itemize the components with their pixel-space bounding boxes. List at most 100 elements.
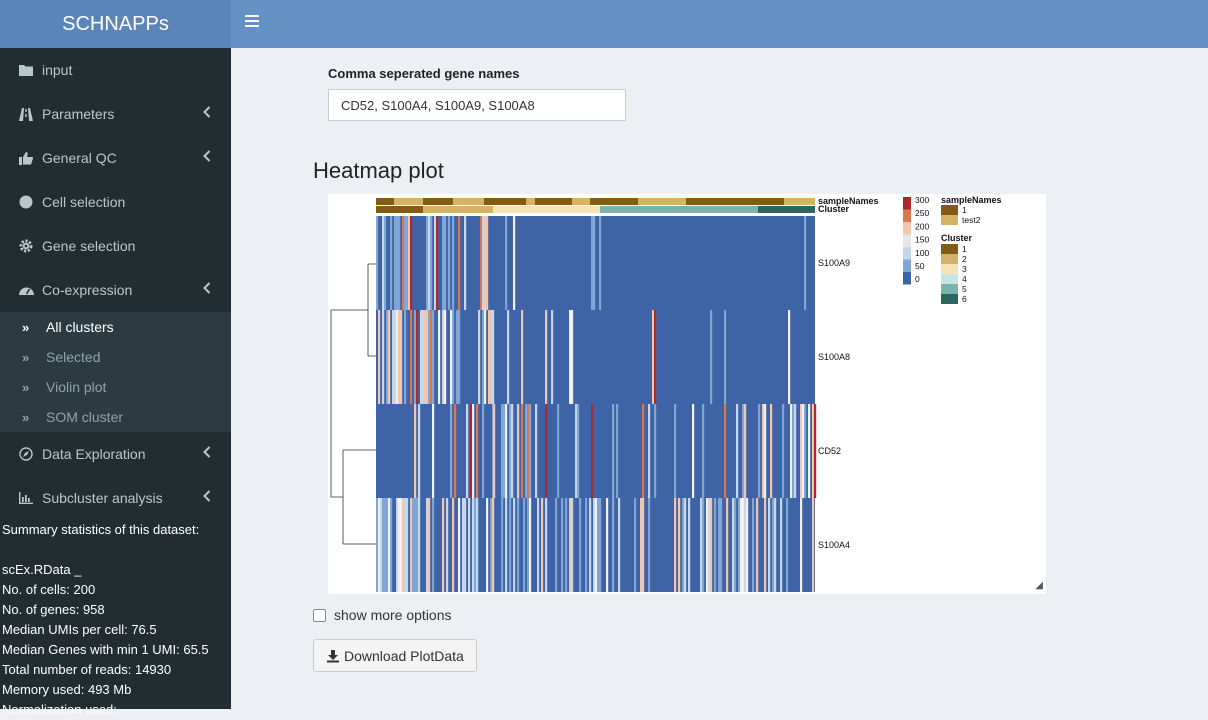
heatmap-cell: [569, 498, 572, 592]
heatmap-cell: [462, 498, 465, 592]
heatmap-cell: [388, 498, 391, 592]
heatmap-cell: [414, 404, 417, 498]
heatmap-cell: [450, 310, 453, 404]
sidebar-item-co-expression[interactable]: Co-expression: [0, 268, 231, 312]
heatmap-cell: [470, 404, 473, 498]
gear-icon: [18, 239, 34, 253]
heatmap-cell: [505, 498, 508, 592]
heatmap-cell: [812, 498, 815, 592]
sidebar-item-label: Subcluster analysis: [42, 490, 163, 506]
heatmap-cell: [442, 310, 445, 404]
heatmap-cell: [774, 498, 777, 592]
legend-label-cluster: 1: [962, 244, 967, 254]
dendrogram-branch: [330, 309, 365, 498]
heatmap-cell: [555, 498, 558, 592]
summary-line: scEx.RData _: [2, 562, 82, 577]
heatmap-cell: [575, 404, 578, 498]
sidebar-toggle-icon[interactable]: [245, 15, 259, 27]
heatmap-cell: [780, 498, 783, 592]
heatmap-cell: [388, 310, 391, 404]
summary-line: Memory used: 493 Mb: [2, 682, 132, 697]
heatmap-cell: [432, 310, 435, 404]
heatmap-cell: [714, 498, 717, 592]
heatmap-cell: [571, 498, 574, 592]
summary-line: Total number of reads: 14930: [2, 662, 172, 677]
sidebar-item-label: Cell selection: [42, 194, 126, 210]
download-plotdata-button[interactable]: Download PlotData: [313, 639, 477, 672]
show-more-checkbox[interactable]: [313, 608, 326, 622]
heatmap-cell: [428, 498, 431, 592]
heatmap-cell: [814, 404, 817, 498]
annotation-cell-sample-1: [590, 198, 638, 205]
sidebar-item-subcluster-analysis[interactable]: Subcluster analysis: [0, 476, 231, 520]
heatmap-cell: [794, 404, 797, 498]
heatmap-cell: [476, 404, 479, 498]
colorbar-tick: 150: [915, 235, 929, 245]
heatmap-cell: [734, 498, 737, 592]
heatmap-cell: [382, 216, 385, 310]
heatmap-cell: [764, 498, 767, 592]
colorbar-segment: [903, 234, 911, 247]
heatmap-cell: [513, 216, 516, 310]
heatmap-cell: [507, 310, 510, 404]
heatmap-cell: [386, 310, 389, 404]
heatmap-cell: [492, 498, 495, 592]
heatmap-cell: [486, 216, 489, 310]
heatmap-cell: [416, 498, 419, 592]
submenu-item-selected[interactable]: » Selected: [0, 342, 231, 372]
heatmap-cell: [618, 498, 621, 592]
heatmap-cell: [486, 498, 489, 592]
heatmap-cell: [398, 498, 401, 592]
heatmap-cell: [702, 404, 705, 498]
submenu-item-all-clusters[interactable]: » All clusters: [0, 312, 231, 342]
submenu-item-label: SOM cluster: [46, 409, 124, 425]
submenu-item-label: All clusters: [46, 319, 114, 335]
resize-handle-icon[interactable]: ◢: [1035, 580, 1043, 591]
heatmap-cell: [597, 498, 600, 592]
heatmap-cell: [527, 498, 530, 592]
heatmap-cell: [458, 498, 461, 592]
heatmap-cell: [406, 498, 409, 592]
sidebar-item-cell-selection[interactable]: Cell selection: [0, 180, 231, 224]
heatmap-cell: [414, 498, 417, 592]
show-more-options[interactable]: show more options: [313, 607, 452, 623]
submenu-item-violin-plot[interactable]: » Violin plot: [0, 372, 231, 402]
heatmap-cell: [616, 404, 619, 498]
heatmap-cell: [654, 310, 657, 404]
sidebar-item-parameters[interactable]: Parameters: [0, 92, 231, 136]
colorbar-segment: [903, 259, 911, 272]
heatmap-cell: [682, 498, 685, 592]
sidebar-item-general-qc[interactable]: General QC: [0, 136, 231, 180]
heatmap-cell: [386, 498, 389, 592]
heatmap-cell: [432, 404, 435, 498]
sidebar-item-gene-selection[interactable]: Gene selection: [0, 224, 231, 268]
heatmap-cell: [380, 498, 383, 592]
heatmap-cell: [404, 498, 407, 592]
heatmap-cell: [648, 404, 651, 498]
annotation-cell-cluster-1: [376, 206, 423, 213]
annotation-cell-sample-1: [535, 198, 572, 205]
heatmap-cell: [768, 498, 771, 592]
heatmap-cell: [800, 498, 803, 592]
heatmap-cell: [432, 498, 435, 592]
main-content: Comma seperated gene names Heatmap plot …: [231, 48, 1208, 709]
legend-label-sample: 1: [962, 205, 967, 215]
submenu-item-som-cluster[interactable]: » SOM cluster: [0, 402, 231, 432]
heatmap-cell: [484, 216, 487, 310]
heatmap-cell: [376, 216, 379, 310]
heatmap-cell: [434, 216, 437, 310]
heatmap-plot: sampleNames Cluster S100A9 S100A8 CD52 S100A4…: [328, 194, 1046, 594]
sidebar-item-input[interactable]: input: [0, 48, 231, 92]
heatmap-cell: [414, 310, 417, 404]
legend-swatch-cluster: [941, 294, 958, 304]
heatmap-cell: [804, 404, 807, 498]
app-logo[interactable]: SCHNAPPs: [0, 0, 231, 48]
summary-line: No. of cells: 200: [2, 582, 96, 597]
heatmap-cell: [595, 498, 598, 592]
heatmap-cell: [378, 498, 381, 592]
heatmap-cell: [454, 404, 457, 498]
sidebar-item-label: input: [42, 62, 73, 78]
legend-label-cluster: 2: [962, 254, 967, 264]
sidebar-item-data-exploration[interactable]: Data Exploration: [0, 432, 231, 476]
gene-names-input[interactable]: [328, 89, 626, 121]
